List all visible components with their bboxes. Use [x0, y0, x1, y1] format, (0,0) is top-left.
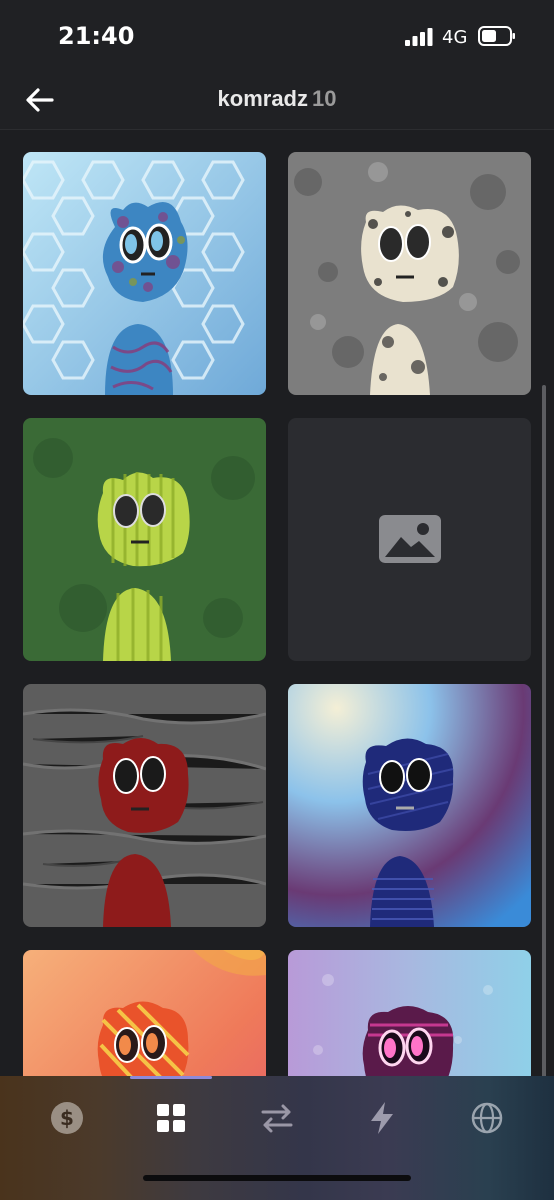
collection-name: komradz	[217, 86, 308, 111]
bottom-tab-bar: $	[0, 1076, 554, 1200]
nft-grid	[0, 130, 554, 1076]
nft-card-red-gray[interactable]	[23, 684, 266, 927]
grid-icon[interactable]	[151, 1098, 191, 1138]
network-type: 4G	[442, 27, 468, 48]
active-tab-indicator	[130, 1076, 212, 1079]
status-time: 21:40	[58, 22, 135, 50]
nft-image	[288, 152, 531, 395]
battery-icon	[478, 26, 515, 46]
nft-card-placeholder[interactable]	[288, 418, 531, 661]
image-placeholder-icon	[379, 515, 441, 563]
page-title: komradz 10	[0, 86, 554, 112]
svg-text:$: $	[60, 1106, 74, 1130]
nft-image	[23, 684, 266, 927]
nft-card-navy-gradient[interactable]	[288, 684, 531, 927]
nft-image	[23, 152, 266, 395]
nft-card-purple-pink[interactable]	[288, 950, 531, 1076]
scrollbar[interactable]	[542, 385, 546, 1076]
nft-image	[23, 950, 266, 1076]
status-bar: 21:40 4G	[0, 0, 554, 74]
nft-card-green-stripe[interactable]	[23, 418, 266, 661]
lightning-icon[interactable]	[362, 1098, 402, 1138]
nft-card-hex-blue[interactable]	[23, 152, 266, 395]
collection-count: 10	[312, 86, 337, 111]
nft-image	[288, 684, 531, 927]
dollar-icon[interactable]: $	[47, 1098, 87, 1138]
globe-icon[interactable]	[467, 1098, 507, 1138]
nft-card-orange-stripe[interactable]	[23, 950, 266, 1076]
cellular-signal-icon	[405, 28, 433, 46]
collection-header: komradz 10	[0, 74, 554, 130]
home-indicator	[143, 1175, 411, 1181]
nft-card-stone-gray[interactable]	[288, 152, 531, 395]
swap-arrows-icon[interactable]	[257, 1098, 297, 1138]
nft-image	[23, 418, 266, 661]
nft-image	[288, 950, 531, 1076]
